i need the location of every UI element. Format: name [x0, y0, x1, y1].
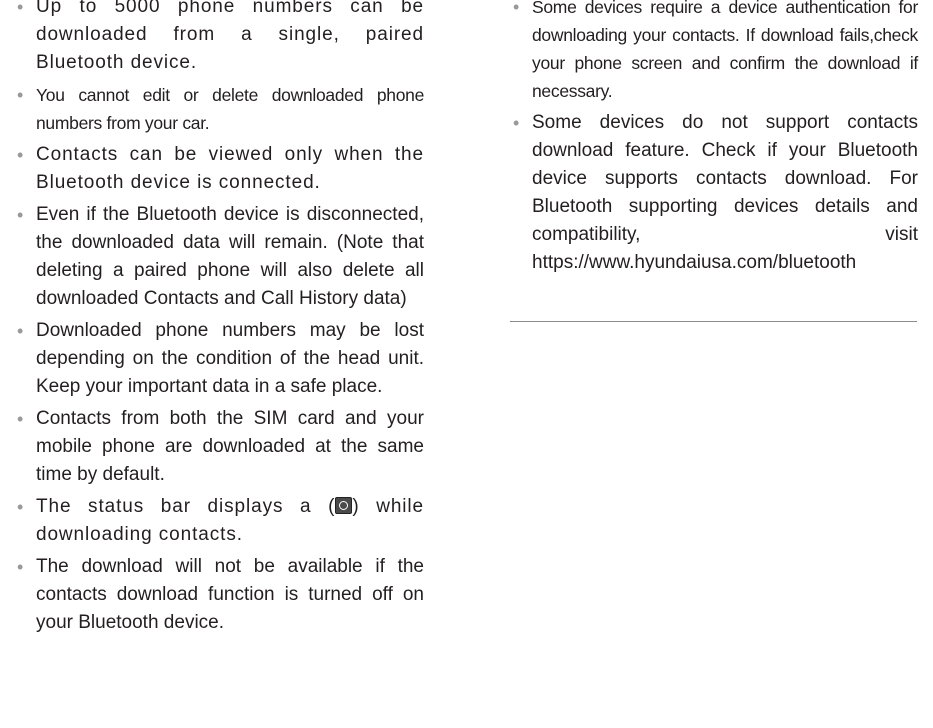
section-divider — [510, 321, 917, 322]
list-item: • Downloaded phone numbers may be lost d… — [14, 317, 424, 401]
bullet-icon: • — [513, 113, 520, 133]
list-item-text: Even if the Bluetooth device is disconne… — [36, 204, 424, 309]
list-item: • You cannot edit or delete downloaded p… — [14, 81, 424, 137]
list-item: • Up to 5000 phone numbers can be downlo… — [14, 0, 424, 77]
bullet-icon: • — [17, 557, 24, 577]
list-item-text: Contacts can be viewed only when the Blu… — [36, 144, 424, 193]
bullet-icon: • — [17, 205, 24, 225]
list-item: • The status bar displays a () while dow… — [14, 493, 424, 549]
download-status-icon — [335, 497, 353, 514]
bullet-icon: • — [17, 0, 25, 17]
right-column: • Some devices require a device authenti… — [510, 0, 918, 281]
right-bullet-list: • Some devices require a device authenti… — [510, 0, 918, 277]
list-item: • Even if the Bluetooth device is discon… — [14, 201, 424, 313]
list-item-text: Contacts from both the SIM card and your… — [36, 408, 424, 485]
list-item-text: Up to 5000 phone numbers can be download… — [36, 0, 424, 73]
left-column: • Up to 5000 phone numbers can be downlo… — [14, 0, 424, 641]
list-item-text: Downloaded phone numbers may be lost dep… — [36, 320, 424, 397]
bullet-icon: • — [513, 0, 520, 17]
list-item: • Contacts can be viewed only when the B… — [14, 141, 424, 197]
list-item: • Some devices do not support contacts d… — [510, 109, 918, 277]
bullet-icon: • — [17, 145, 25, 165]
list-item-text: Some devices require a device authentica… — [532, 0, 918, 101]
bullet-icon: • — [17, 409, 24, 429]
left-bullet-list: • Up to 5000 phone numbers can be downlo… — [14, 0, 424, 637]
bullet-icon: • — [17, 497, 25, 517]
bullet-icon: • — [17, 85, 24, 105]
list-item-text: The download will not be available if th… — [36, 556, 424, 633]
list-item-text-before: The status bar displays a ( — [36, 496, 336, 517]
bullet-icon: • — [17, 321, 24, 341]
list-item-text: You cannot edit or delete downloaded pho… — [36, 85, 424, 133]
list-item: • The download will not be available if … — [14, 553, 424, 637]
list-item-text: Some devices do not support contacts dow… — [532, 112, 918, 273]
list-item: • Contacts from both the SIM card and yo… — [14, 405, 424, 489]
list-item: • Some devices require a device authenti… — [510, 0, 918, 105]
